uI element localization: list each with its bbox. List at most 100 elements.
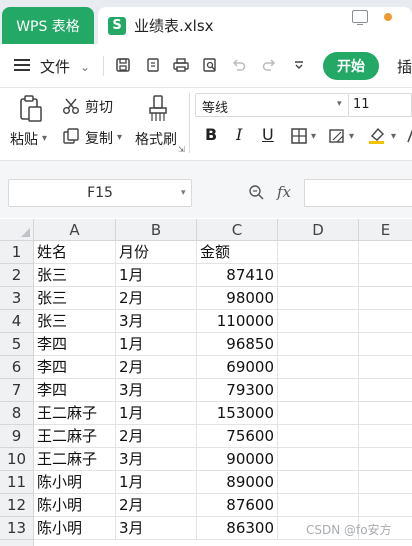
table-cell[interactable]: 3月 xyxy=(116,517,197,540)
hamburger-menu-icon[interactable] xyxy=(14,59,30,71)
column-header-d[interactable]: D xyxy=(278,219,359,241)
copy-icon[interactable] xyxy=(62,127,80,149)
table-cell[interactable]: 3月 xyxy=(116,379,197,402)
row-header[interactable]: 13 xyxy=(0,517,34,540)
table-cell[interactable]: 陈小明 xyxy=(34,471,116,494)
bold-button[interactable]: B xyxy=(205,125,217,144)
table-cell[interactable]: 月份 xyxy=(116,241,197,264)
table-cell[interactable]: 90000 xyxy=(197,448,278,471)
row-header[interactable]: 5 xyxy=(0,333,34,356)
font-size-select[interactable]: 11 xyxy=(349,93,412,117)
file-menu[interactable]: 文件 xyxy=(40,56,70,77)
row-header[interactable]: 12 xyxy=(0,494,34,517)
zoom-search-icon[interactable] xyxy=(248,184,264,204)
redo-icon[interactable] xyxy=(260,56,278,74)
formula-input[interactable] xyxy=(304,179,412,207)
font-name-dropdown-icon[interactable]: ▾ xyxy=(337,99,342,109)
column-header-c[interactable]: C xyxy=(197,219,278,241)
save-icon[interactable] xyxy=(114,56,132,74)
format-painter-button[interactable]: 格式刷 xyxy=(135,129,177,149)
paste-icon[interactable] xyxy=(18,95,44,127)
table-cell[interactable] xyxy=(278,402,359,425)
row-header[interactable]: 3 xyxy=(0,287,34,310)
fill-pattern-dropdown-icon[interactable]: ▾ xyxy=(349,131,354,142)
fill-color-icon[interactable] xyxy=(367,125,387,149)
row-header[interactable]: 1 xyxy=(0,241,34,264)
table-cell[interactable]: 1月 xyxy=(116,402,197,425)
table-cell[interactable] xyxy=(359,356,412,379)
clipboard-launcher-icon[interactable]: ⇲ xyxy=(178,145,185,154)
table-cell[interactable]: 69000 xyxy=(197,356,278,379)
table-cell[interactable]: 李四 xyxy=(34,333,116,356)
column-header-a[interactable]: A xyxy=(34,219,116,241)
cut-button[interactable]: 剪切 xyxy=(85,97,113,117)
table-cell[interactable]: 王二麻子 xyxy=(34,402,116,425)
table-cell[interactable] xyxy=(278,310,359,333)
table-cell[interactable]: 89000 xyxy=(197,471,278,494)
table-cell[interactable]: 153000 xyxy=(197,402,278,425)
table-cell[interactable]: 98000 xyxy=(197,287,278,310)
table-cell[interactable] xyxy=(278,471,359,494)
export-pdf-icon[interactable] xyxy=(144,56,162,74)
table-cell[interactable] xyxy=(359,402,412,425)
table-cell[interactable]: 2月 xyxy=(116,494,197,517)
table-cell[interactable] xyxy=(359,264,412,287)
copy-button[interactable]: 复制 xyxy=(85,128,113,148)
quick-access-more-icon[interactable] xyxy=(290,56,308,74)
table-cell[interactable]: 2月 xyxy=(116,356,197,379)
row-header[interactable]: 10 xyxy=(0,448,34,471)
table-cell[interactable]: 1月 xyxy=(116,264,197,287)
table-cell[interactable]: 张三 xyxy=(34,310,116,333)
table-cell[interactable]: 陈小明 xyxy=(34,494,116,517)
border-icon[interactable] xyxy=(290,127,308,149)
row-header[interactable]: 6 xyxy=(0,356,34,379)
table-cell[interactable]: 2月 xyxy=(116,287,197,310)
paste-dropdown-icon[interactable]: ▾ xyxy=(42,133,47,144)
table-cell[interactable] xyxy=(278,287,359,310)
table-cell[interactable] xyxy=(278,494,359,517)
column-header-b[interactable]: B xyxy=(116,219,197,241)
chevron-down-icon[interactable]: ⌄ xyxy=(80,60,90,74)
row-header[interactable]: 7 xyxy=(0,379,34,402)
table-cell[interactable] xyxy=(278,448,359,471)
table-cell[interactable]: 李四 xyxy=(34,379,116,402)
table-cell[interactable] xyxy=(359,494,412,517)
font-color-icon[interactable] xyxy=(404,127,412,145)
underline-button[interactable]: U xyxy=(262,125,274,144)
table-cell[interactable]: 86300 xyxy=(197,517,278,540)
tab-wps-spreadsheet[interactable]: WPS 表格 xyxy=(2,7,94,44)
select-all-corner[interactable] xyxy=(0,219,34,241)
table-cell[interactable] xyxy=(278,333,359,356)
tab-home-start[interactable]: 开始 xyxy=(323,52,379,80)
table-cell[interactable]: 96850 xyxy=(197,333,278,356)
table-cell[interactable]: 3月 xyxy=(116,448,197,471)
row-header[interactable]: 8 xyxy=(0,402,34,425)
row-header[interactable]: 4 xyxy=(0,310,34,333)
fill-color-dropdown-icon[interactable]: ▾ xyxy=(391,131,396,142)
print-icon[interactable] xyxy=(172,56,190,74)
undo-icon[interactable] xyxy=(230,56,248,74)
table-cell[interactable]: 110000 xyxy=(197,310,278,333)
table-cell[interactable]: 陈小明 xyxy=(34,517,116,540)
table-cell[interactable]: 李四 xyxy=(34,356,116,379)
print-preview-icon[interactable] xyxy=(201,56,219,74)
italic-button[interactable]: I xyxy=(236,125,242,144)
table-cell[interactable]: 87410 xyxy=(197,264,278,287)
table-cell[interactable]: 1月 xyxy=(116,333,197,356)
name-box[interactable]: F15 xyxy=(8,179,192,207)
table-cell[interactable] xyxy=(359,379,412,402)
font-name-select[interactable]: 等线 xyxy=(195,93,349,117)
monitor-icon[interactable] xyxy=(352,10,368,25)
table-cell[interactable]: 79300 xyxy=(197,379,278,402)
table-cell[interactable] xyxy=(278,356,359,379)
row-header[interactable]: 2 xyxy=(0,264,34,287)
table-cell[interactable]: 75600 xyxy=(197,425,278,448)
row-header[interactable]: 9 xyxy=(0,425,34,448)
insert-function-icon[interactable]: fx xyxy=(277,183,291,201)
table-cell[interactable] xyxy=(359,471,412,494)
table-cell[interactable]: 王二麻子 xyxy=(34,448,116,471)
tab-insert[interactable]: 插 xyxy=(397,56,412,77)
table-cell[interactable] xyxy=(359,310,412,333)
column-header-e[interactable]: E xyxy=(359,219,412,241)
table-cell[interactable] xyxy=(278,425,359,448)
